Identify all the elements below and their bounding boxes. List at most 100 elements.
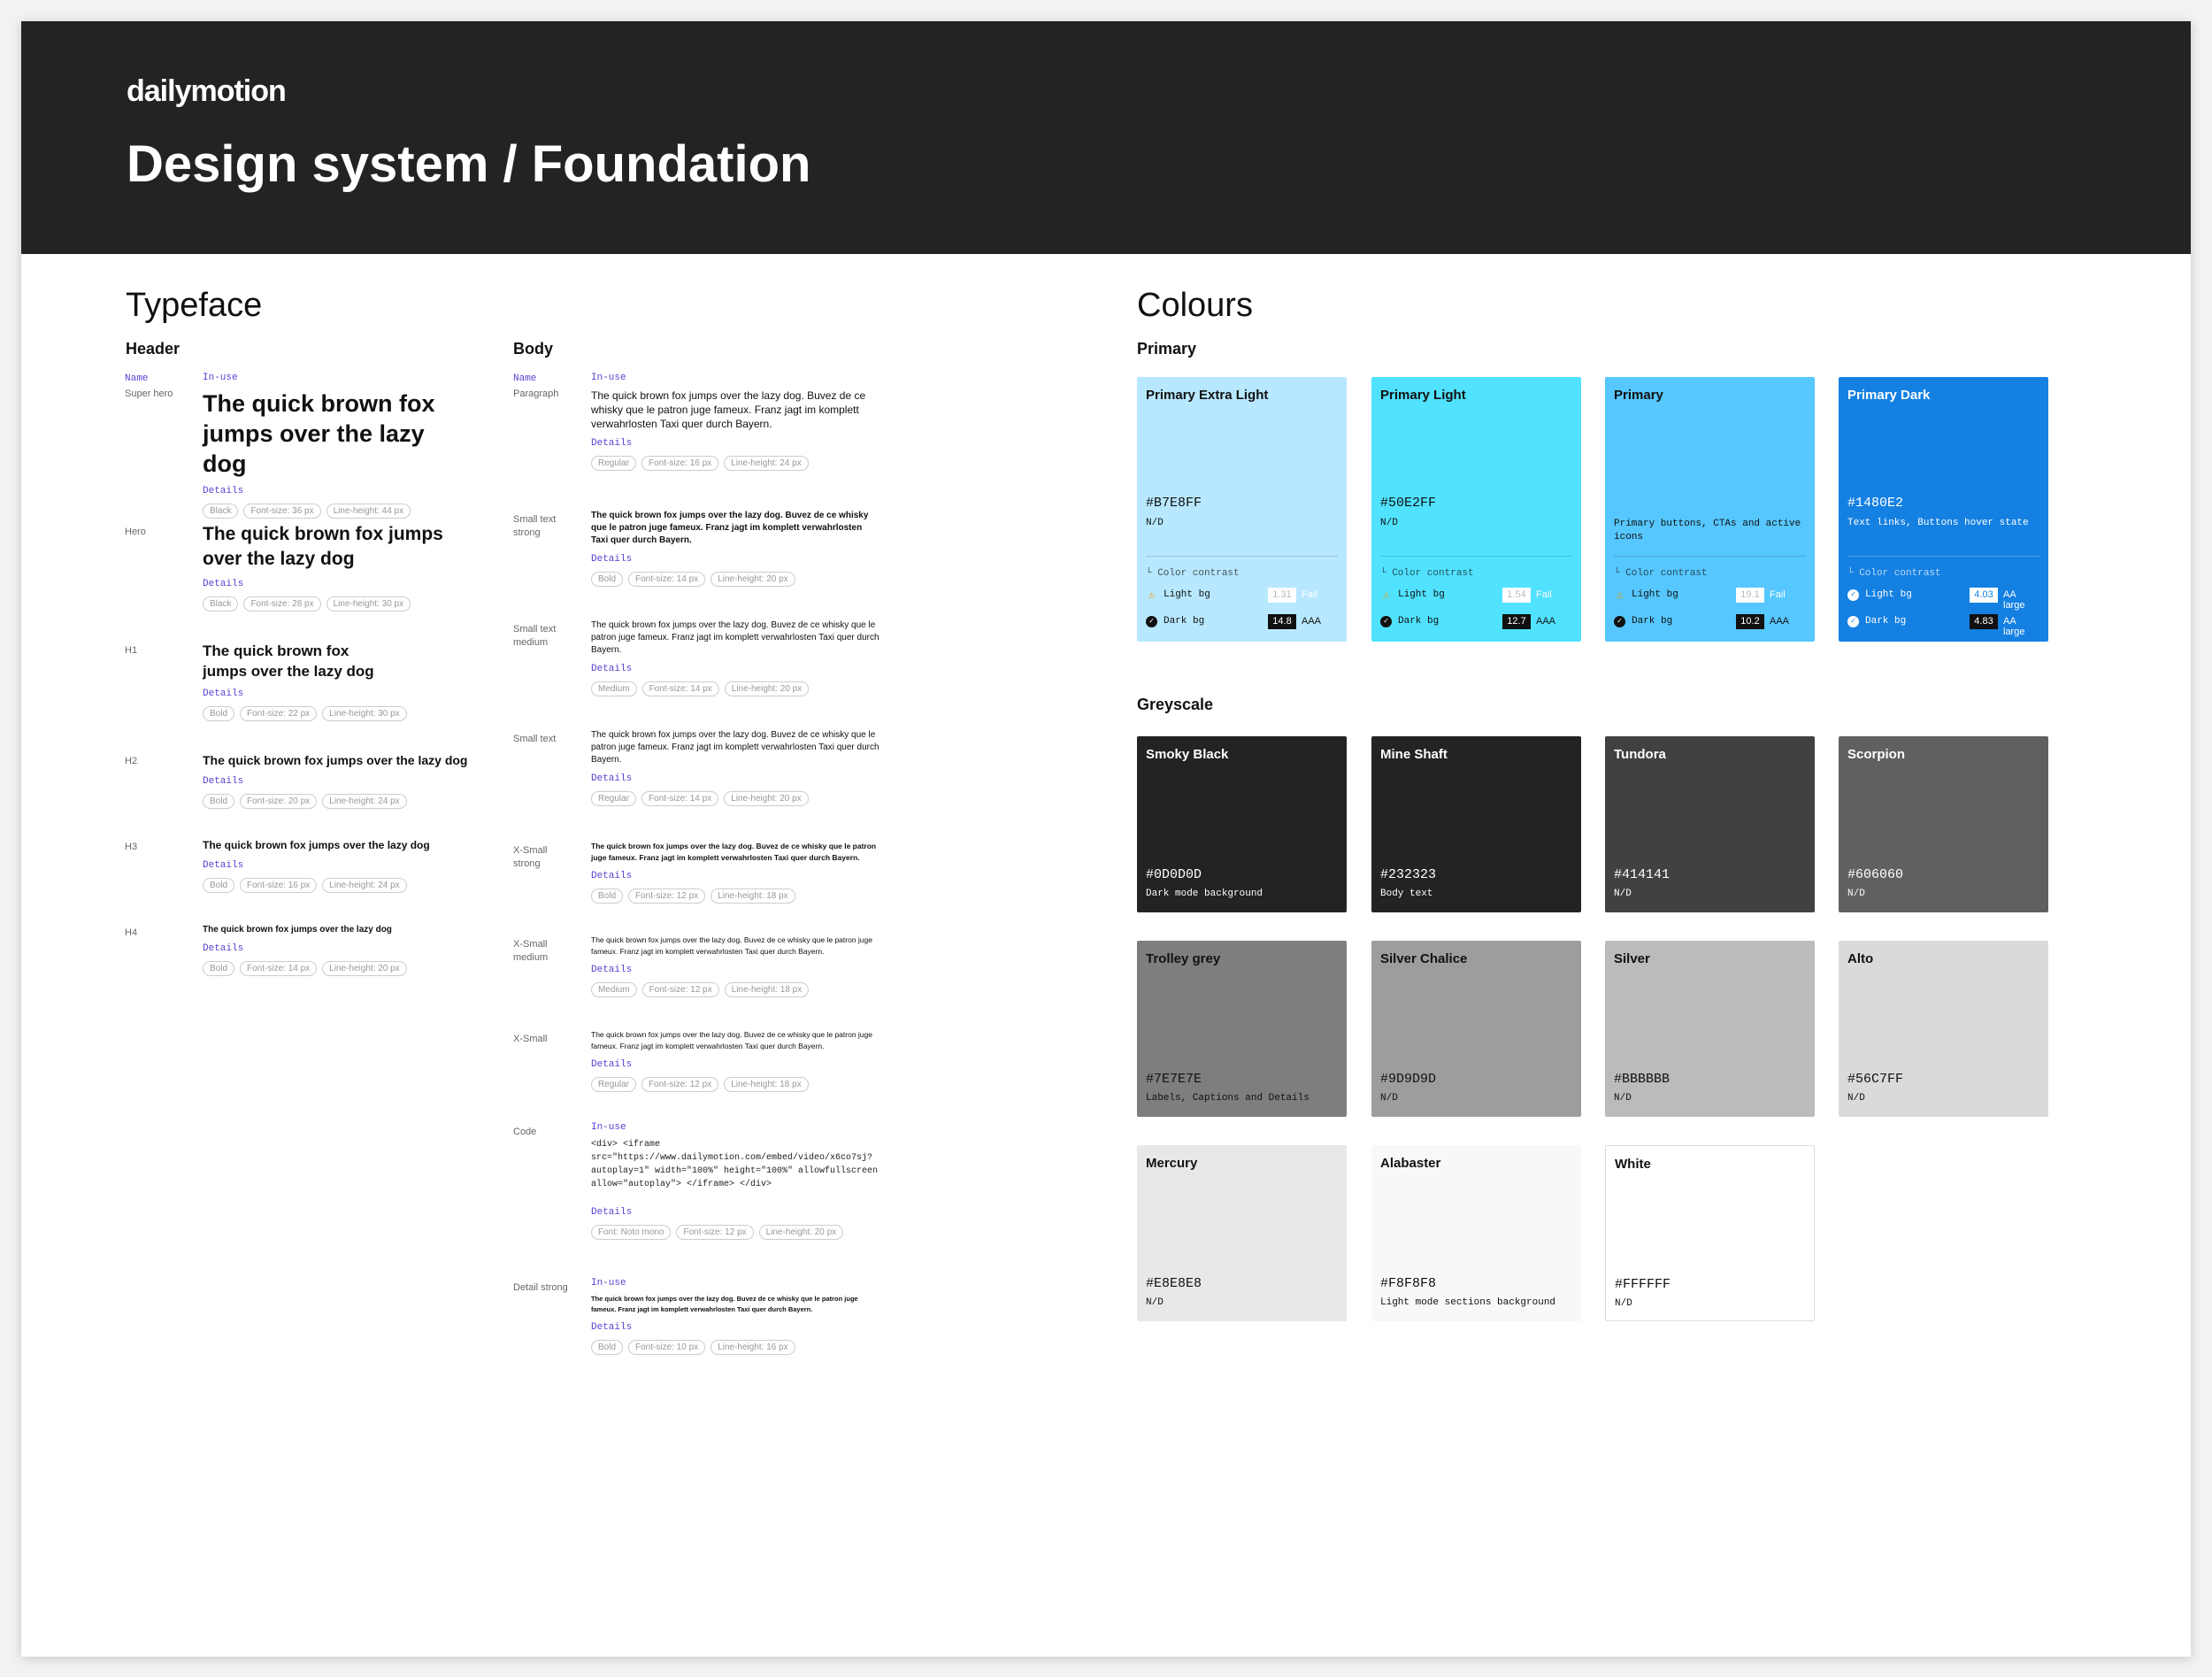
- spec-chip: Font-size: 14 px: [240, 961, 318, 976]
- color-usage: N/D: [1615, 1298, 1632, 1309]
- primary-color-card[interactable]: Primary Light #50E2FF N/D └ Color contrast ⚠…: [1371, 377, 1581, 642]
- contrast-ratio: 4.83: [1970, 614, 1998, 629]
- greyscale-color-card[interactable]: Trolley grey #7E7E7E Labels, Captions and …: [1137, 941, 1347, 1117]
- greyscale-color-card[interactable]: Alabaster #F8F8F8 Light mode sections back…: [1371, 1145, 1581, 1321]
- details-link[interactable]: Details: [591, 438, 874, 449]
- color-name: Primary Dark: [1847, 388, 1931, 403]
- warning-icon: ⚠: [1148, 588, 1156, 602]
- color-usage: N/D: [1380, 518, 1398, 528]
- primary-color-card[interactable]: Primary Extra Light #B7E8FF N/D └ Color con…: [1137, 377, 1347, 642]
- color-usage: N/D: [1614, 889, 1632, 899]
- details-link[interactable]: Details: [203, 776, 495, 787]
- spec-chip: Font: Noto mono: [591, 1225, 672, 1240]
- details-link[interactable]: Details: [591, 773, 883, 784]
- color-hex: #1480E2: [1847, 496, 1904, 511]
- type-name-text: Super hero: [125, 388, 173, 399]
- details-link[interactable]: Details: [591, 664, 883, 674]
- details-link[interactable]: Details: [591, 554, 874, 565]
- spec-chip: Bold: [203, 794, 235, 809]
- details-link[interactable]: Details: [203, 943, 495, 954]
- spec-chip: Line-height: 20 px: [322, 961, 407, 976]
- spec-chips: Bold Font-size: 10 px Line-height: 16 px: [591, 1340, 883, 1355]
- dailymotion-logo[interactable]: dailymotion: [127, 74, 287, 109]
- check-icon: ✓: [1847, 589, 1859, 601]
- inuse-label: In-use: [591, 373, 626, 383]
- details-link[interactable]: Details: [203, 860, 495, 871]
- type-sample: <div> <iframe src="https://www.dailymoti…: [591, 1140, 884, 1189]
- spec-chip: Black: [203, 504, 239, 519]
- type-name: X-Small: [513, 1033, 575, 1046]
- type-sample: The quick brown fox jumps over the lazy …: [591, 1030, 872, 1050]
- color-name: Tundora: [1614, 747, 1666, 762]
- type-name: Hero: [125, 526, 196, 539]
- type-content: In-use The quick brown fox jumps over the…: [591, 1278, 883, 1355]
- type-name-text: H4: [125, 927, 138, 938]
- details-link[interactable]: Details: [591, 1059, 883, 1070]
- spec-chips: Bold Font-size: 12 px Line-height: 18 px: [591, 889, 883, 904]
- contrast-bg-label: Dark bg: [1865, 616, 1907, 627]
- details-link[interactable]: Details: [591, 871, 883, 881]
- color-usage: Primary buttons, CTAs and active icons: [1614, 519, 1801, 542]
- color-name: Silver: [1614, 951, 1650, 966]
- spec-chips: Regular Font-size: 16 px Line-height: 24 p…: [591, 456, 874, 471]
- details-link[interactable]: Details: [591, 1207, 879, 1218]
- type-content: The quick brown fox jumps over the lazy …: [591, 510, 874, 587]
- contrast-row: ✓ Dark bg 4.83 AA large: [1847, 614, 2039, 637]
- card-divider: [1380, 556, 1572, 557]
- spec-chip: Black: [203, 596, 239, 612]
- contrast-label: └ Color contrast: [1380, 568, 1474, 579]
- greyscale-color-card[interactable]: Alto #56C7FF N/D: [1839, 941, 2048, 1117]
- greyscale-color-card[interactable]: Tundora #414141 N/D: [1605, 736, 1815, 912]
- type-name-text: H1: [125, 645, 138, 656]
- primary-color-card[interactable]: Primary Primary buttons, CTAs and active …: [1605, 377, 1815, 642]
- primary-color-card[interactable]: Primary Dark #1480E2 Text links, Buttons h…: [1839, 377, 2048, 642]
- spec-chips: Black Font-size: 28 px Line-height: 30 px: [203, 596, 486, 612]
- contrast-label: └ Color contrast: [1847, 568, 1941, 579]
- greyscale-color-card[interactable]: White #FFFFFF N/D: [1605, 1145, 1815, 1321]
- greyscale-color-card[interactable]: Smoky Black #0D0D0D Dark mode background: [1137, 736, 1347, 912]
- design-sheet: dailymotion Design system / Foundation T…: [21, 21, 2191, 1657]
- spec-chip: Font-size: 12 px: [676, 1225, 754, 1240]
- warning-icon: ⚠: [1382, 588, 1390, 602]
- greyscale-color-card[interactable]: Mine Shaft #232323 Body text: [1371, 736, 1581, 912]
- greyscale-color-card[interactable]: Silver #BBBBBB N/D: [1605, 941, 1815, 1117]
- color-usage: Body text: [1380, 889, 1433, 899]
- contrast-bg-label: Light bg: [1865, 589, 1912, 600]
- details-link[interactable]: Details: [203, 579, 486, 589]
- color-hex: #9D9D9D: [1380, 1072, 1437, 1087]
- details-link[interactable]: Details: [203, 486, 468, 496]
- color-usage: N/D: [1847, 1093, 1865, 1104]
- details-link[interactable]: Details: [203, 688, 407, 699]
- spec-chips: Bold Font-size: 16 px Line-height: 24 px: [203, 878, 495, 893]
- type-name: Small text: [513, 733, 575, 746]
- contrast-label: └ Color contrast: [1614, 568, 1708, 579]
- type-sample: The quick brown fox jumps over the lazy …: [203, 839, 430, 851]
- type-name-text: X-Small strong: [513, 845, 548, 869]
- type-name-text: X-Small: [513, 1034, 548, 1044]
- type-name-text: X-Small medium: [513, 939, 549, 963]
- type-name-text: Paragraph: [513, 388, 559, 399]
- color-hex: #7E7E7E: [1146, 1072, 1202, 1087]
- contrast-row: ⚠ Light bg 19.1 Fail: [1614, 588, 1806, 604]
- spec-chip: Line-height: 18 px: [710, 889, 795, 904]
- contrast-result: AA large: [2003, 616, 2025, 637]
- color-hex: #F8F8F8: [1380, 1276, 1437, 1291]
- type-name-text: Code: [513, 1127, 537, 1137]
- contrast-result: Fail: [1302, 589, 1317, 600]
- type-content: The quick brown fox jumps over the lazy …: [591, 729, 883, 806]
- type-sample: The quick brown fox jumps over the lazy …: [203, 390, 435, 477]
- greyscale-color-card[interactable]: Silver Chalice #9D9D9D N/D: [1371, 941, 1581, 1117]
- color-hex: #0D0D0D: [1146, 867, 1202, 882]
- contrast-label: └ Color contrast: [1146, 568, 1240, 579]
- color-usage: Dark mode background: [1146, 889, 1263, 899]
- color-hex: #232323: [1380, 867, 1437, 882]
- details-link[interactable]: Details: [591, 1322, 883, 1333]
- greyscale-color-card[interactable]: Scorpion #606060 N/D: [1839, 736, 2048, 912]
- spec-chips: Medium Font-size: 14 px Line-height: 20 px: [591, 681, 883, 696]
- contrast-bg-label: Light bg: [1632, 589, 1678, 600]
- details-link[interactable]: Details: [591, 965, 883, 975]
- greyscale-color-card[interactable]: Mercury #E8E8E8 N/D: [1137, 1145, 1347, 1321]
- contrast-ratio: 14.8: [1268, 614, 1296, 629]
- color-name: Alto: [1847, 951, 1874, 966]
- inuse-label: In-use: [203, 373, 238, 383]
